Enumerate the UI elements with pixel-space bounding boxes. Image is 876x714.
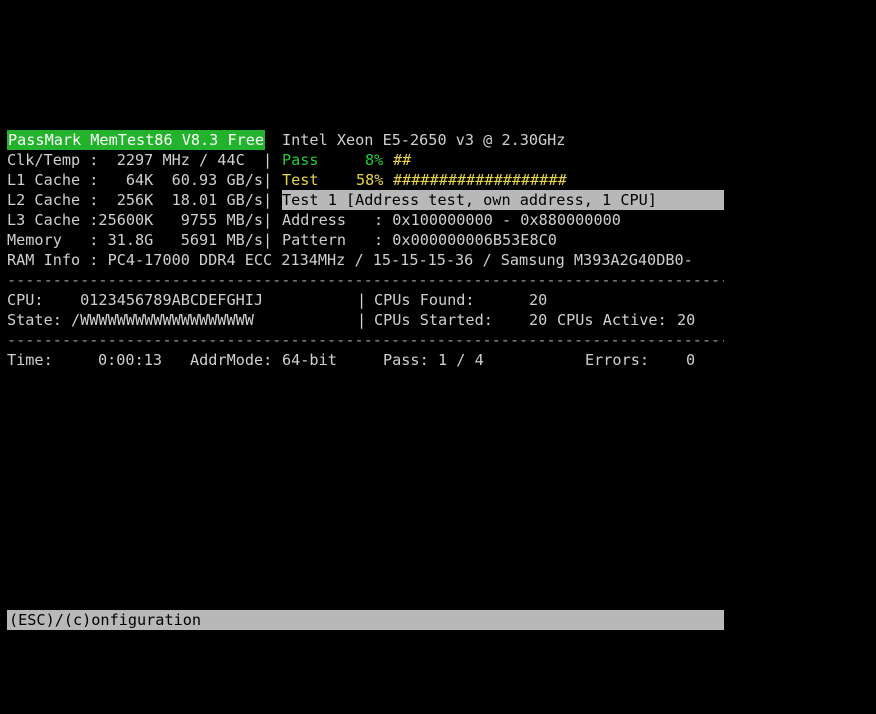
- pass-count-value: 1 / 4: [438, 351, 484, 369]
- stats-row: Time: 0:00:13 AddrMode: 64-bit Pass: 1 /…: [7, 350, 695, 370]
- l1-cache-row: L1 Cache : 64K 60.93 GB/s| Test 58% ####…: [7, 170, 567, 190]
- test-percent: 58%: [356, 171, 384, 189]
- time-label: Time:: [7, 351, 53, 369]
- cpus-found-label: CPUs Found:: [374, 291, 475, 309]
- addrmode-value: 64-bit: [282, 351, 337, 369]
- header-row: PassMark MemTest86 V8.3 Free Intel Xeon …: [7, 130, 565, 150]
- current-test: Test 1 [Address test, own address, 1 CPU…: [282, 190, 724, 210]
- memtest-screen: PassMark MemTest86 V8.3 Free Intel Xeon …: [0, 0, 876, 714]
- memory: Memory : 31.8G 5691 MB/s|: [7, 231, 273, 249]
- ram-info: RAM Info : PC4-17000 DDR4 ECC 2134MHz / …: [7, 251, 693, 269]
- test-progress-bar: ###################: [393, 171, 567, 189]
- address-value: : 0x100000000 - 0x880000000: [374, 211, 621, 229]
- l2-cache: L2 Cache : 256K 18.01 GB/s|: [7, 191, 273, 209]
- address-label: Address: [282, 211, 347, 229]
- cpus-found-value: 20: [529, 291, 548, 309]
- cpus-started-label: CPUs Started:: [374, 311, 493, 329]
- time-value: 0:00:13: [98, 351, 163, 369]
- configuration-hint-bar[interactable]: (ESC)/(c)onfiguration: [7, 610, 724, 630]
- divider-bottom: ----------------------------------------…: [7, 331, 724, 349]
- pass-progress-bar: ##: [393, 151, 412, 169]
- cpus-active-label: CPUs Active:: [557, 311, 667, 329]
- cpu-state: State: /WWWWWWWWWWWWWWWWWWW: [7, 311, 254, 329]
- l3-cache: L3 Cache :25600K 9755 MB/s|: [7, 211, 273, 229]
- cpu-separator: |: [357, 291, 367, 309]
- pattern-label: Pattern: [282, 231, 347, 249]
- state-row: State: /WWWWWWWWWWWWWWWWWWW | CPUs Start…: [7, 310, 695, 330]
- app-title: PassMark MemTest86 V8.3 Free: [7, 130, 266, 150]
- cpu-list: CPU: 0123456789ABCDEFGHIJ: [7, 291, 264, 309]
- divider-top: ----------------------------------------…: [7, 271, 724, 289]
- cpu-model: Intel Xeon E5-2650 v3 @ 2.30GHz: [282, 131, 566, 149]
- ram-info-row: RAM Info : PC4-17000 DDR4 ECC 2134MHz / …: [7, 250, 693, 270]
- clk-temp: Clk/Temp : 2297 MHz / 44C |: [7, 151, 273, 169]
- addrmode-label: AddrMode:: [190, 351, 273, 369]
- errors-label: Errors:: [585, 351, 650, 369]
- pattern-value: : 0x000000006B53E8C0: [374, 231, 557, 249]
- cpus-active-value: 20: [677, 311, 696, 329]
- state-separator: |: [357, 311, 367, 329]
- pass-label: Pass: [282, 151, 319, 169]
- memory-row: Memory : 31.8G 5691 MB/s| Pattern : 0x00…: [7, 230, 557, 250]
- test-label: Test: [282, 171, 319, 189]
- pass-percent: 8%: [365, 151, 384, 169]
- errors-value: 0: [686, 351, 696, 369]
- cpus-started-value: 20: [529, 311, 548, 329]
- l1-cache: L1 Cache : 64K 60.93 GB/s|: [7, 171, 273, 189]
- clk-temp-row: Clk/Temp : 2297 MHz / 44C | Pass 8% ##: [7, 150, 411, 170]
- pass-count-label: Pass:: [383, 351, 429, 369]
- l2-cache-row: L2 Cache : 256K 18.01 GB/s| Test 1 [Addr…: [7, 190, 724, 210]
- cpu-row: CPU: 0123456789ABCDEFGHIJ | CPUs Found: …: [7, 290, 547, 310]
- l3-cache-row: L3 Cache :25600K 9755 MB/s| Address : 0x…: [7, 210, 621, 230]
